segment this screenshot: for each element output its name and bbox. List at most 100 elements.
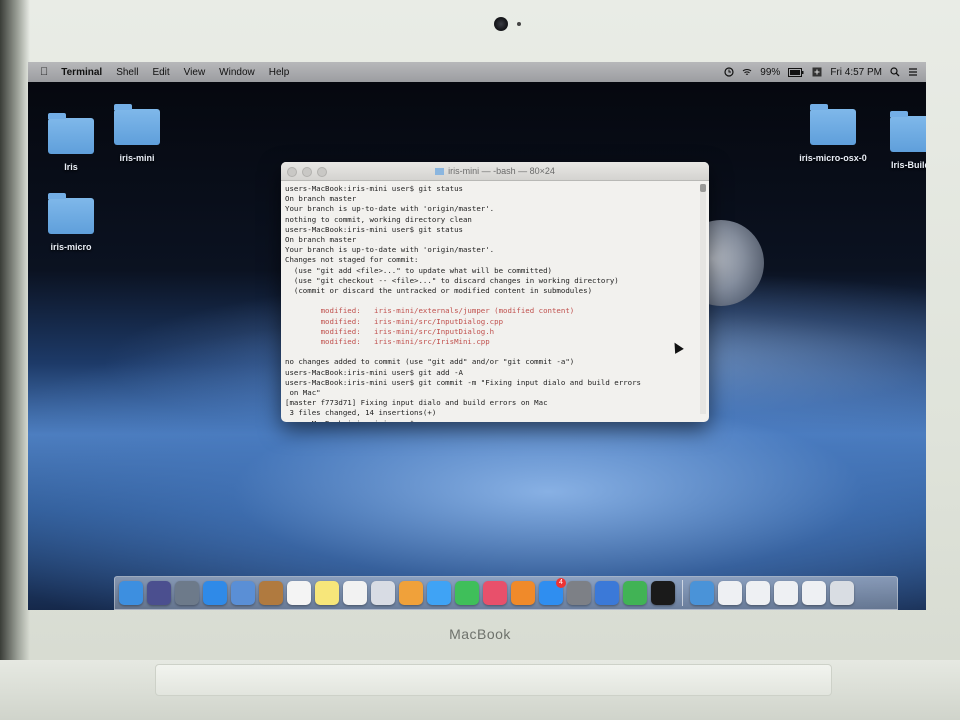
qt-creator-icon[interactable] <box>623 581 647 605</box>
menu-view[interactable]: View <box>177 67 213 78</box>
safari-icon[interactable] <box>203 581 227 605</box>
menu-clock[interactable]: Fri 4:57 PM <box>830 67 882 78</box>
menu-app-name[interactable]: Terminal <box>54 67 109 78</box>
time-machine-icon[interactable] <box>724 67 734 77</box>
terminal-line: users-MacBook:iris-mini user$ ▯ <box>285 419 689 422</box>
camera-icon <box>494 17 508 31</box>
terminal-line: modified: iris-mini/src/InputDialog.h <box>285 326 495 336</box>
ibooks-icon[interactable] <box>511 581 535 605</box>
terminal-line: nothing to commit, working directory cle… <box>285 214 472 224</box>
preview-icon[interactable] <box>371 581 395 605</box>
camera-led <box>517 22 521 26</box>
document-stack-icon[interactable] <box>774 581 798 605</box>
terminal-line: no changes added to commit (use "git add… <box>285 357 575 367</box>
finder-icon[interactable] <box>119 581 143 605</box>
messages-icon[interactable] <box>427 581 451 605</box>
window-controls <box>287 167 327 177</box>
calendar-icon[interactable] <box>287 581 311 605</box>
desktop-folder-iris-micro[interactable]: iris-micro <box>28 193 116 252</box>
folder-icon <box>114 104 160 145</box>
reminders-icon[interactable] <box>343 581 367 605</box>
terminal-line: (use "git add <file>..." to update what … <box>285 265 552 275</box>
terminal-line: (use "git checkout -- <file>..." to disc… <box>285 275 619 285</box>
photos-icon[interactable] <box>399 581 423 605</box>
desktop-folder-label: Iris <box>64 162 78 172</box>
terminal-icon[interactable] <box>651 581 675 605</box>
launchpad-icon[interactable] <box>175 581 199 605</box>
menu-help[interactable]: Help <box>262 67 297 78</box>
laptop-hinge <box>155 664 832 696</box>
desktop-folder-label: iris-micro-osx-0 <box>799 153 867 163</box>
terminal-line: (commit or discard the untracked or modi… <box>285 286 593 296</box>
desktop-folder-label: Iris-Builds <box>890 160 926 170</box>
terminal-line: On branch master <box>285 235 357 245</box>
document-stack-icon[interactable] <box>802 581 826 605</box>
battery-percent[interactable]: 99% <box>760 67 780 78</box>
photos-folder-icon[interactable] <box>231 581 255 605</box>
app-store-badge: 4 <box>556 578 566 588</box>
folder-icon <box>48 193 94 234</box>
terminal-line: [master f773d71] Fixing input dialo and … <box>285 398 548 408</box>
document-stack-icon[interactable] <box>718 581 742 605</box>
wifi-icon[interactable] <box>742 67 752 77</box>
terminal-line: users-MacBook:iris-mini user$ git status <box>285 224 463 234</box>
battery-icon[interactable] <box>788 67 804 77</box>
input-source-icon[interactable] <box>812 67 822 77</box>
terminal-title: iris-mini — -bash — 80×24 <box>448 166 555 176</box>
document-stack-icon[interactable] <box>746 581 770 605</box>
minimize-button[interactable] <box>302 167 312 177</box>
system-preferences-icon[interactable] <box>567 581 591 605</box>
menu-edit[interactable]: Edit <box>145 67 176 78</box>
xcode-icon[interactable] <box>595 581 619 605</box>
desktop-folder-label: iris-mini <box>119 153 155 163</box>
close-button[interactable] <box>287 167 297 177</box>
menu-shell[interactable]: Shell <box>109 67 145 78</box>
zoom-button[interactable] <box>317 167 327 177</box>
itunes-icon[interactable] <box>483 581 507 605</box>
terminal-line: modified: iris-mini/src/InputDialog.cpp <box>285 316 504 326</box>
terminal-line: users-MacBook:iris-mini user$ git commit… <box>285 377 641 387</box>
desktop-folder-iris-mini[interactable]: iris-mini <box>92 104 182 163</box>
downloads-folder-icon[interactable] <box>690 581 714 605</box>
terminal-line: Your branch is up-to-date with 'origin/m… <box>285 245 495 255</box>
desktop-folder-iris-builds[interactable]: Iris-Builds <box>868 111 926 170</box>
notification-center-icon[interactable] <box>908 67 918 77</box>
trash-icon[interactable] <box>830 581 854 605</box>
apple-icon[interactable]:  <box>28 66 54 78</box>
desktop-folder-label: iris-micro <box>50 242 92 252</box>
siri-icon[interactable] <box>147 581 171 605</box>
menu-extras: 99% Fri 4:57 PM <box>724 67 926 78</box>
terminal-line: users-MacBook:iris-mini user$ git status <box>285 184 463 193</box>
folder-icon <box>435 168 445 176</box>
folder-icon <box>810 104 856 145</box>
menu-bar:  Terminal Shell Edit View Window Help 9… <box>28 62 926 82</box>
terminal-window[interactable]: iris-mini — -bash — 80×24 users-MacBook:… <box>281 162 709 422</box>
terminal-line: modified: iris-mini/src/IrisMini.cpp <box>285 337 490 347</box>
terminal-line: users-MacBook:iris-mini user$ git add -A <box>285 367 463 377</box>
terminal-titlebar[interactable]: iris-mini — -bash — 80×24 <box>281 162 709 181</box>
scrollbar[interactable] <box>700 184 706 414</box>
folder-icon <box>890 111 926 152</box>
brand-label: MacBook <box>449 626 511 642</box>
terminal-line: Your branch is up-to-date with 'origin/m… <box>285 204 495 214</box>
notes-icon[interactable] <box>315 581 339 605</box>
screen:  Terminal Shell Edit View Window Help 9… <box>28 62 926 610</box>
terminal-line: On branch master <box>285 194 357 204</box>
scrollbar-thumb[interactable] <box>700 184 706 192</box>
desktop-folder-iris-micro-osx[interactable]: iris-micro-osx-0 <box>788 104 878 163</box>
terminal-output[interactable]: users-MacBook:iris-mini user$ git status… <box>281 181 709 422</box>
bezel-shadow <box>0 0 30 720</box>
app-store-icon[interactable]: 4 <box>539 578 566 605</box>
contacts-icon[interactable] <box>259 581 283 605</box>
spotlight-icon[interactable] <box>890 67 900 77</box>
menu-window[interactable]: Window <box>212 67 262 78</box>
terminal-line: 3 files changed, 14 insertions(+) <box>285 408 437 418</box>
terminal-line: Changes not staged for commit: <box>285 255 419 265</box>
dock: 4 <box>114 576 898 610</box>
dock-separator <box>682 580 683 606</box>
facetime-icon[interactable] <box>455 581 479 605</box>
terminal-line: on Mac" <box>285 388 321 398</box>
folder-icon <box>48 113 94 154</box>
